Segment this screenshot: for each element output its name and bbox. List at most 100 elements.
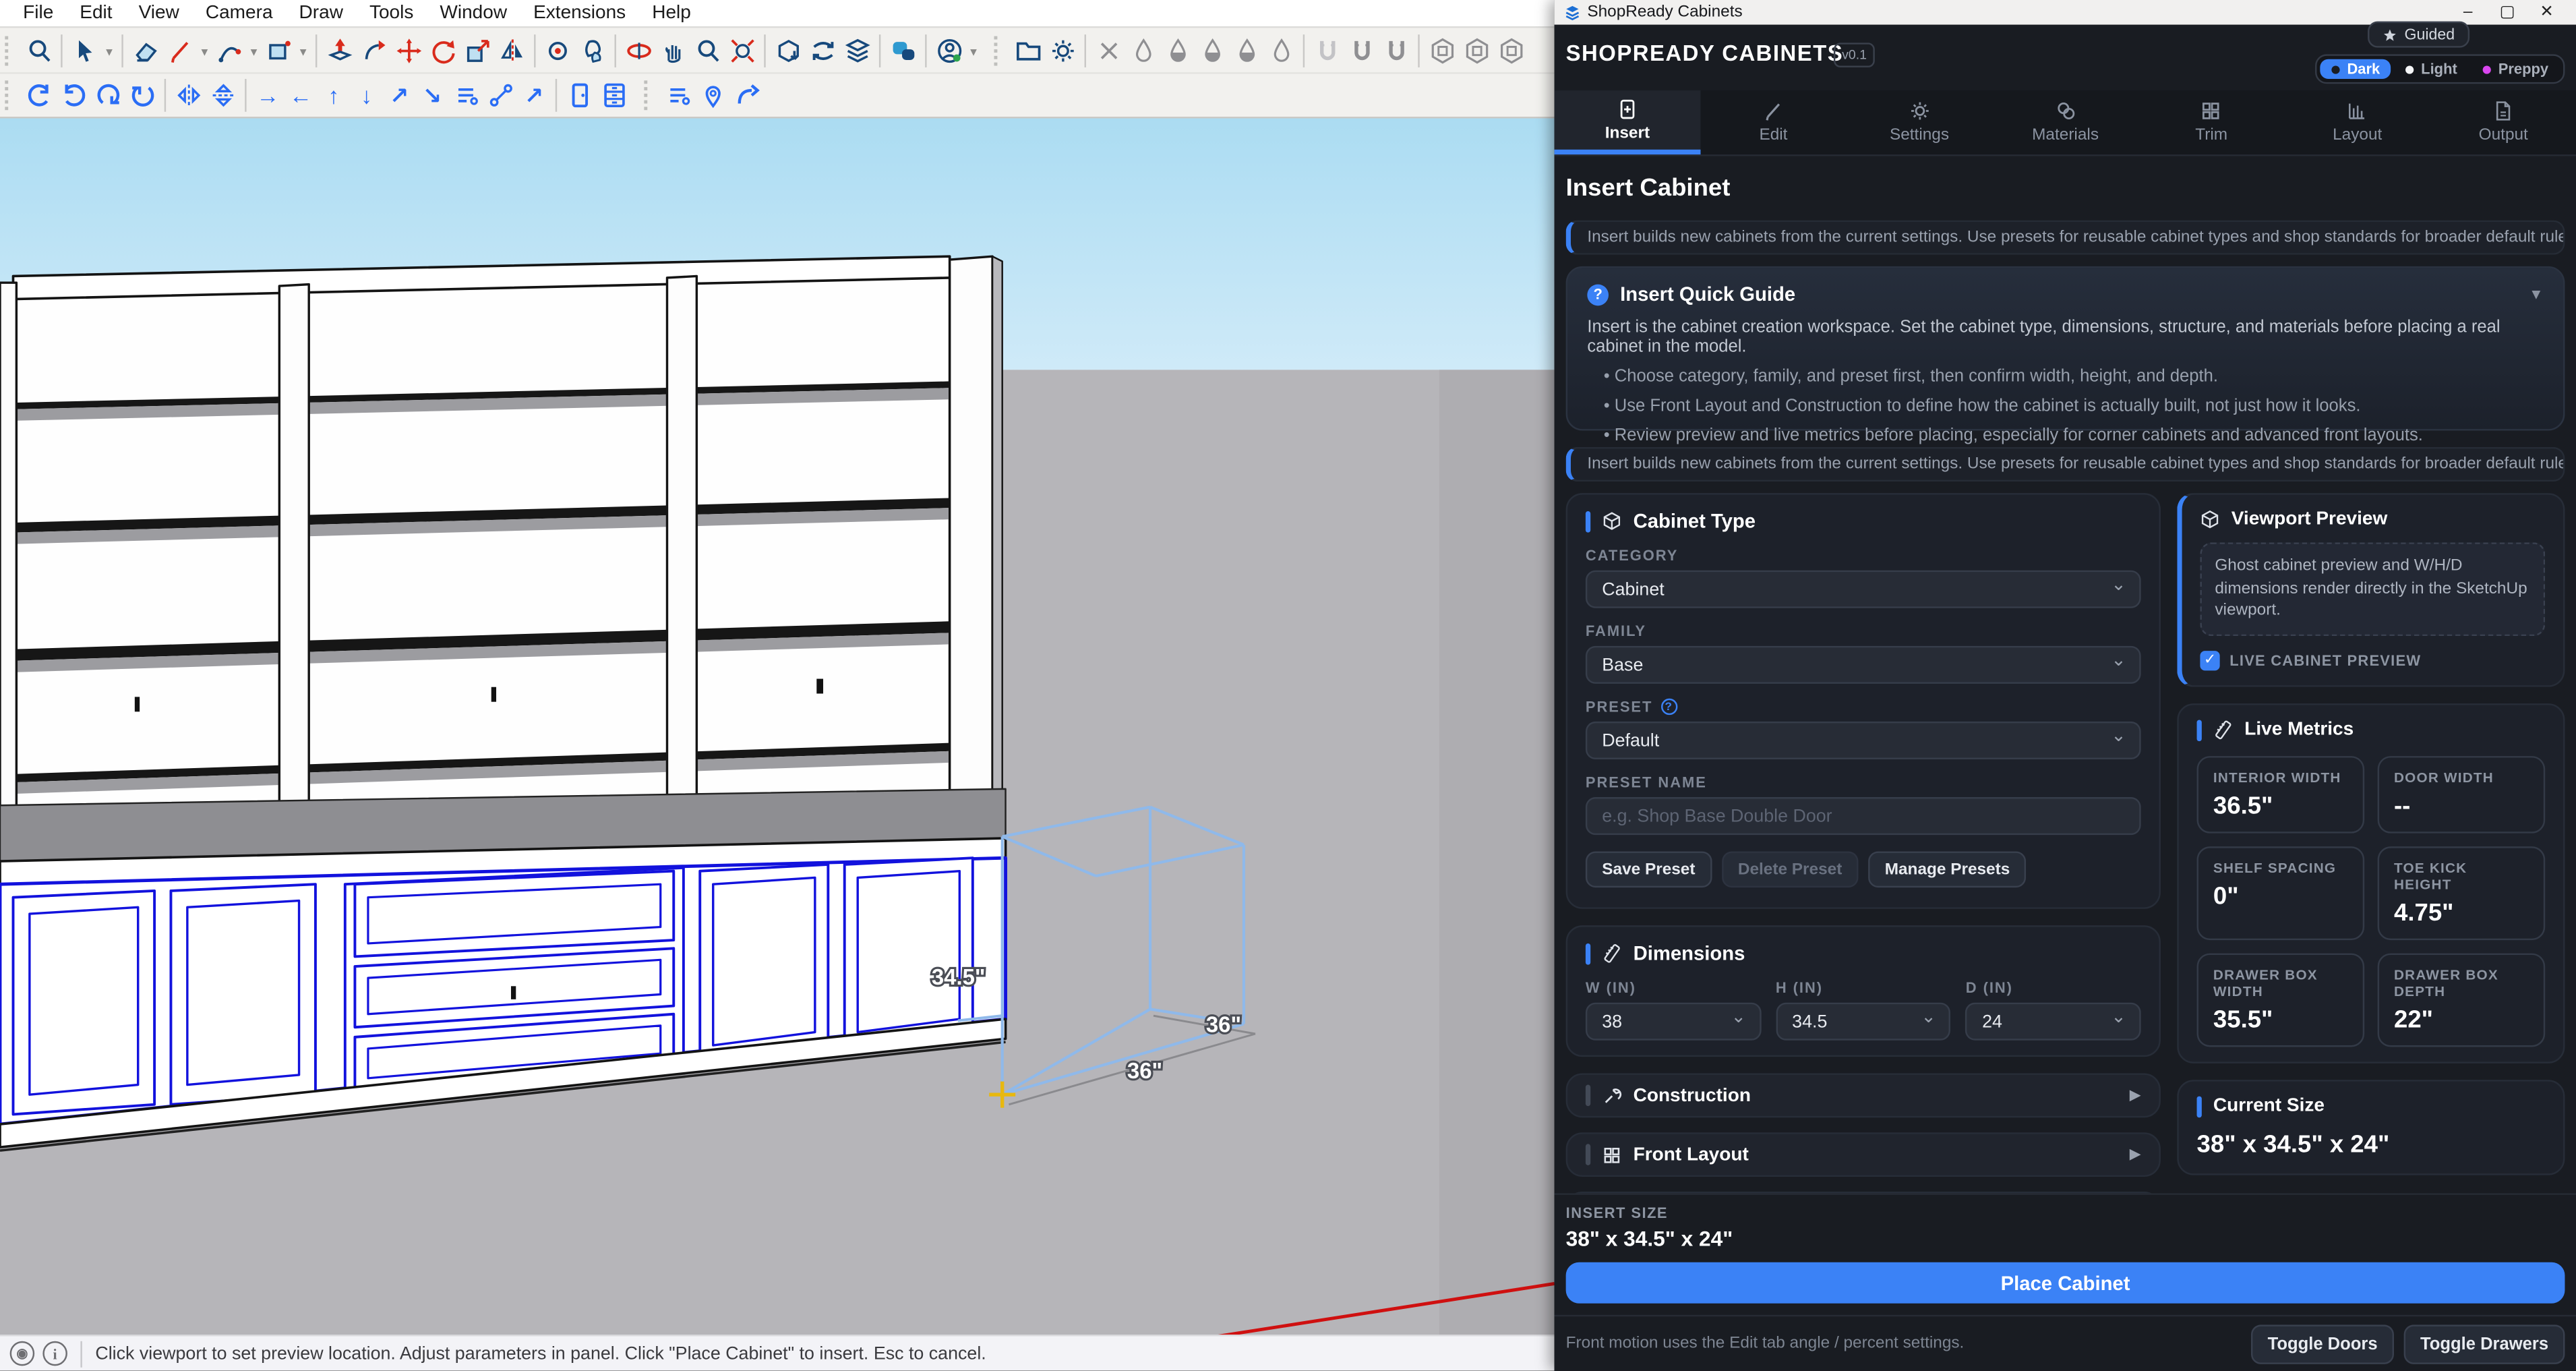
rectangle-tool-icon[interactable] <box>262 34 296 68</box>
arrow-up-icon[interactable]: ↑ <box>317 82 350 109</box>
redo-curve-icon[interactable] <box>729 78 764 113</box>
tab-insert[interactable]: Insert <box>1555 90 1701 154</box>
live-preview-checkbox[interactable] <box>2200 650 2219 670</box>
width-input[interactable]: 38 <box>1586 1003 1761 1041</box>
chat-icon[interactable] <box>886 34 920 68</box>
preset-select[interactable]: Default <box>1586 722 2141 759</box>
paint-bucket-icon[interactable] <box>541 34 575 68</box>
push-pull-icon[interactable] <box>322 34 357 68</box>
arc-tool-icon[interactable] <box>212 34 246 68</box>
menu-edit[interactable]: Edit <box>67 3 125 23</box>
arrow-down-icon[interactable]: ↓ <box>350 82 383 109</box>
rotate-right-icon[interactable] <box>125 78 159 113</box>
menu-camera[interactable]: Camera <box>192 3 286 23</box>
toolbar-grip[interactable] <box>994 36 1005 66</box>
rotate-left-icon[interactable] <box>90 78 125 113</box>
chevron-down-icon[interactable]: ▾ <box>197 44 212 59</box>
settings-gear-icon[interactable] <box>1045 34 1079 68</box>
toolbar-grip[interactable] <box>5 80 15 110</box>
arrow-down-right-icon[interactable]: ↘ <box>416 82 449 109</box>
3d-viewport[interactable]: 34.5" 36" 36" <box>0 118 1555 1335</box>
select-cursor-icon[interactable] <box>67 34 102 68</box>
droplet-full-icon[interactable] <box>1195 34 1229 68</box>
tab-edit[interactable]: Edit <box>1700 90 1847 154</box>
chevron-down-icon[interactable]: ▾ <box>966 44 981 59</box>
tab-layout[interactable]: Layout <box>2284 90 2430 154</box>
flip-vertical-icon[interactable] <box>206 78 240 113</box>
tab-trim[interactable]: Trim <box>2138 90 2285 154</box>
collapse-chevron-icon[interactable] <box>2529 286 2544 302</box>
preset-name-input[interactable] <box>1586 797 2141 835</box>
toolbar-grip[interactable] <box>5 36 15 66</box>
place-cabinet-button[interactable]: Place Cabinet <box>1566 1262 2565 1304</box>
arrow-right-icon[interactable]: → <box>251 82 284 109</box>
menu-view[interactable]: View <box>125 3 192 23</box>
maximize-button[interactable]: ▢ <box>2488 3 2527 22</box>
drawer-stack-icon[interactable] <box>597 78 631 113</box>
hexagon-alt-icon[interactable] <box>1493 34 1528 68</box>
list-icon[interactable] <box>661 78 695 113</box>
arrow-diagonal-icon[interactable]: ↗ <box>518 82 551 109</box>
menu-tools[interactable]: Tools <box>356 3 426 23</box>
droplet-half-icon[interactable] <box>1160 34 1195 68</box>
pencil-icon[interactable] <box>162 34 197 68</box>
zoom-icon[interactable] <box>690 34 725 68</box>
orbit-icon[interactable] <box>621 34 655 68</box>
close-button[interactable]: ✕ <box>2527 3 2566 22</box>
droplet-solid-icon[interactable] <box>1229 34 1263 68</box>
zoom-extents-icon[interactable] <box>725 34 759 68</box>
location-pin-icon[interactable] <box>695 78 729 113</box>
list-options-icon[interactable] <box>448 78 483 113</box>
rotate-cw-icon[interactable] <box>22 78 56 113</box>
swap-components-icon[interactable] <box>805 34 839 68</box>
flip-horizontal-icon[interactable] <box>171 78 205 113</box>
follow-me-icon[interactable] <box>357 34 391 68</box>
depth-input[interactable]: 24 <box>1966 1003 2141 1041</box>
eraser-icon[interactable] <box>128 34 162 68</box>
rotate-tool-icon[interactable] <box>425 34 460 68</box>
info-icon[interactable]: i <box>42 1341 67 1366</box>
geolocation-icon[interactable]: ◉ <box>10 1341 35 1366</box>
door-panel-icon[interactable] <box>562 78 597 113</box>
download-model-icon[interactable] <box>771 34 805 68</box>
move-tool-icon[interactable] <box>391 34 425 68</box>
toggle-drawers-button[interactable]: Toggle Drawers <box>2404 1324 2565 1363</box>
height-input[interactable]: 34.5 <box>1776 1003 1951 1041</box>
manage-presets-button[interactable]: Manage Presets <box>1868 851 2026 887</box>
menu-extensions[interactable]: Extensions <box>520 3 639 23</box>
arrow-up-right-icon[interactable]: ↗ <box>383 82 416 109</box>
viewport-scene[interactable]: 34.5" 36" 36" <box>0 118 1555 1335</box>
chevron-down-icon[interactable]: ▾ <box>247 44 262 59</box>
menu-window[interactable]: Window <box>427 3 520 23</box>
menu-help[interactable]: Help <box>639 3 705 23</box>
category-select[interactable]: Cabinet <box>1586 571 2141 608</box>
family-select[interactable]: Base <box>1586 646 2141 684</box>
scale-tool-icon[interactable] <box>460 34 494 68</box>
chevron-down-icon[interactable]: ▾ <box>296 44 311 59</box>
minimize-button[interactable]: – <box>2448 3 2487 22</box>
theme-preppy[interactable]: Preppy <box>2472 59 2560 79</box>
construction-section[interactable]: Construction <box>1566 1073 2161 1117</box>
magnet-icon[interactable] <box>1344 34 1379 68</box>
magnet-off-icon[interactable] <box>1309 34 1344 68</box>
arrow-left-icon[interactable]: ← <box>284 82 318 109</box>
magnet-alt-icon[interactable] <box>1379 34 1413 68</box>
tab-materials[interactable]: Materials <box>1992 90 2138 154</box>
close-x-icon[interactable] <box>1091 34 1125 68</box>
droplet-hatched-icon[interactable] <box>1263 34 1298 68</box>
guided-button[interactable]: Guided <box>2368 22 2469 48</box>
hexagon-icon[interactable] <box>1425 34 1459 68</box>
tab-settings[interactable]: Settings <box>1847 90 1993 154</box>
tab-output[interactable]: Output <box>2430 90 2576 154</box>
menu-draw[interactable]: Draw <box>286 3 356 23</box>
theme-dark[interactable]: Dark <box>2320 59 2391 79</box>
menu-file[interactable]: File <box>10 3 67 23</box>
folder-icon[interactable] <box>1011 34 1045 68</box>
connector-icon[interactable] <box>483 78 518 113</box>
delete-preset-button[interactable]: Delete Preset <box>1722 851 1859 887</box>
chevron-down-icon[interactable]: ▾ <box>102 44 117 59</box>
layers-export-icon[interactable] <box>839 34 874 68</box>
toggle-doors-button[interactable]: Toggle Doors <box>2251 1324 2394 1363</box>
theme-light[interactable]: Light <box>2395 59 2469 79</box>
zoom-tool-icon[interactable] <box>22 34 56 68</box>
